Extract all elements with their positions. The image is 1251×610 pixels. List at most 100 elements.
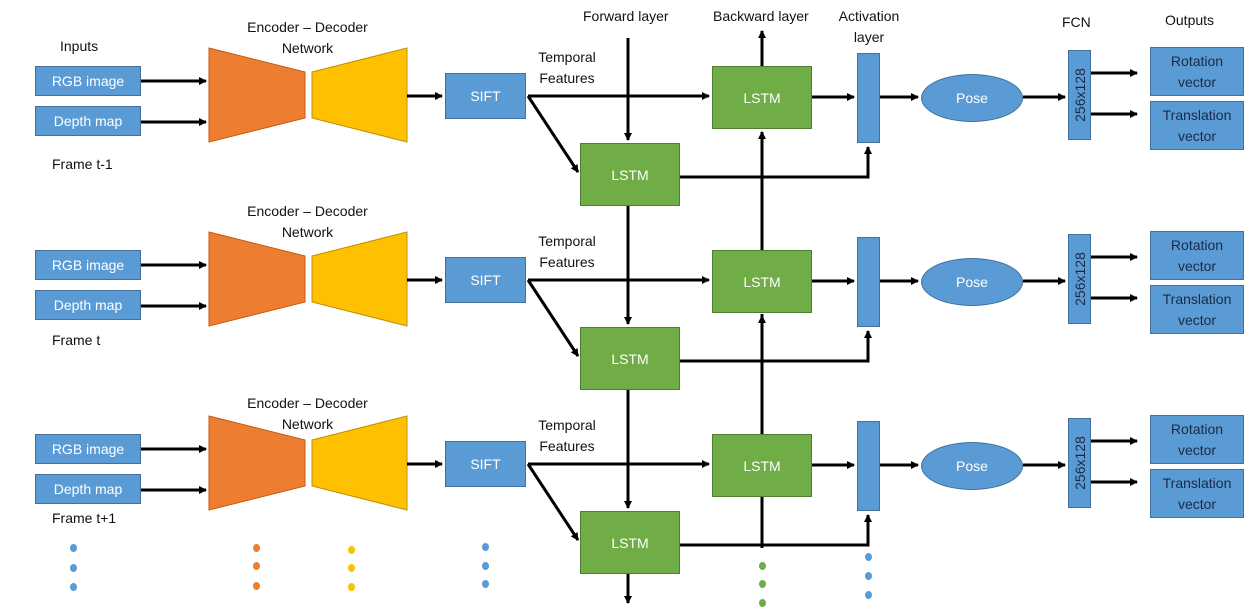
frame-label: Frame t+1 (52, 510, 117, 526)
decoder-trapezoid (311, 231, 408, 327)
translation-line2: vector (1177, 311, 1217, 328)
fcn-block[interactable]: 256x128 (1068, 418, 1091, 508)
translation-line2: vector (1177, 127, 1217, 144)
lstm-backward-box[interactable]: LSTM (712, 66, 812, 129)
fcn-size-label: 256x128 (1071, 436, 1088, 490)
temporal-features-label: Temporal Features (532, 231, 602, 273)
rotation-line1: Rotation (1170, 420, 1224, 437)
sift-to-forward-lstm-arrow (526, 95, 580, 173)
decoder-continuation-dot (348, 583, 355, 591)
translation-vector-box[interactable]: Translation vector (1150, 285, 1244, 334)
input-continuation-dot (70, 583, 77, 591)
translation-line1: Translation (1162, 290, 1232, 307)
fcn-heading: FCN (1062, 14, 1091, 30)
sift-continuation-dot (482, 580, 489, 588)
temporal-features-label: Temporal Features (532, 47, 602, 89)
activation-label-line2: layer (853, 29, 885, 45)
pose-ellipse[interactable]: Pose (921, 258, 1023, 306)
encoder-decoder-line2: Network (281, 224, 334, 240)
sift-to-forward-lstm-arrow (526, 463, 580, 541)
fcn-block[interactable]: 256x128 (1068, 50, 1091, 140)
temporal-line2: Features (539, 70, 595, 86)
lstm-backward-box[interactable]: LSTM (712, 434, 812, 497)
rotation-line1: Rotation (1170, 52, 1224, 69)
sift-to-forward-lstm-arrow (526, 279, 580, 357)
decoder-trapezoid (311, 47, 408, 143)
rgb-image-box[interactable]: RGB image (35, 250, 141, 280)
sift-continuation-dot (482, 562, 489, 570)
lstm-backward-box[interactable]: LSTM (712, 250, 812, 313)
encoder-decoder-line2: Network (281, 40, 334, 56)
activation-layer-bar[interactable] (857, 421, 880, 511)
encoder-decoder-label: Encoder – Decoder Network (240, 17, 375, 59)
rotation-line1: Rotation (1170, 236, 1224, 253)
rotation-vector-box[interactable]: Rotation vector (1150, 415, 1244, 464)
encoder-decoder-line1: Encoder – Decoder (247, 203, 368, 219)
temporal-line1: Temporal (538, 49, 596, 65)
input-continuation-dot (70, 544, 77, 552)
activation-continuation-dot (865, 553, 872, 561)
encoder-decoder-line2: Network (281, 416, 334, 432)
lstm-continuation-dot (759, 562, 766, 570)
lstm-continuation-dot (759, 580, 766, 588)
temporal-features-label: Temporal Features (532, 415, 602, 457)
activation-layer-bar[interactable] (857, 237, 880, 327)
sift-box[interactable]: SIFT (445, 73, 526, 119)
sift-continuation-dot (482, 543, 489, 551)
translation-line1: Translation (1162, 474, 1232, 491)
sift-box[interactable]: SIFT (445, 441, 526, 487)
temporal-line2: Features (539, 438, 595, 454)
rgb-image-box[interactable]: RGB image (35, 66, 141, 96)
activation-continuation-dot (865, 591, 872, 599)
pose-ellipse[interactable]: Pose (921, 74, 1023, 122)
sift-box[interactable]: SIFT (445, 257, 526, 303)
encoder-decoder-label: Encoder – Decoder Network (240, 393, 375, 435)
encoder-continuation-dot (253, 544, 260, 552)
depth-map-box[interactable]: Depth map (35, 106, 141, 136)
activation-continuation-dot (865, 572, 872, 580)
rotation-vector-box[interactable]: Rotation vector (1150, 231, 1244, 280)
input-continuation-dot (70, 564, 77, 572)
encoder-decoder-label: Encoder – Decoder Network (240, 201, 375, 243)
decoder-continuation-dot (348, 546, 355, 554)
depth-map-box[interactable]: Depth map (35, 474, 141, 504)
lstm-forward-box[interactable]: LSTM (580, 511, 680, 574)
fcn-size-label: 256x128 (1071, 68, 1088, 122)
fcn-block[interactable]: 256x128 (1068, 234, 1091, 324)
encoder-decoder-line1: Encoder – Decoder (247, 19, 368, 35)
lstm-forward-box[interactable]: LSTM (580, 143, 680, 206)
lstm-forward-box[interactable]: LSTM (580, 327, 680, 390)
encoder-trapezoid (208, 231, 306, 327)
outputs-heading: Outputs (1165, 12, 1215, 28)
temporal-line1: Temporal (538, 417, 596, 433)
depth-map-box[interactable]: Depth map (35, 290, 141, 320)
translation-line1: Translation (1162, 106, 1232, 123)
pose-ellipse[interactable]: Pose (921, 442, 1023, 490)
rotation-line2: vector (1177, 73, 1217, 90)
inputs-heading: Inputs (60, 38, 99, 54)
forward-lstm-to-activation-arrow (680, 146, 872, 179)
temporal-line1: Temporal (538, 233, 596, 249)
translation-line2: vector (1177, 495, 1217, 512)
encoder-continuation-dot (253, 582, 260, 590)
rotation-line2: vector (1177, 441, 1217, 458)
encoder-decoder-line1: Encoder – Decoder (247, 395, 368, 411)
rgb-image-box[interactable]: RGB image (35, 434, 141, 464)
forward-lstm-to-activation-arrow (680, 514, 872, 547)
frame-label: Frame t-1 (52, 156, 113, 172)
backward-layer-label: Backward layer (713, 8, 809, 24)
temporal-line2: Features (539, 254, 595, 270)
rotation-vector-box[interactable]: Rotation vector (1150, 47, 1244, 96)
forward-layer-label: Forward layer (583, 8, 669, 24)
translation-vector-box[interactable]: Translation vector (1150, 469, 1244, 518)
encoder-trapezoid (208, 47, 306, 143)
activation-layer-label: Activation layer (831, 6, 907, 48)
forward-lstm-to-activation-arrow (680, 330, 872, 363)
rotation-line2: vector (1177, 257, 1217, 274)
activation-layer-bar[interactable] (857, 53, 880, 143)
encoder-continuation-dot (253, 562, 260, 570)
fcn-size-label: 256x128 (1071, 252, 1088, 306)
translation-vector-box[interactable]: Translation vector (1150, 101, 1244, 150)
activation-label-line1: Activation (838, 8, 900, 24)
lstm-continuation-dot (759, 599, 766, 607)
